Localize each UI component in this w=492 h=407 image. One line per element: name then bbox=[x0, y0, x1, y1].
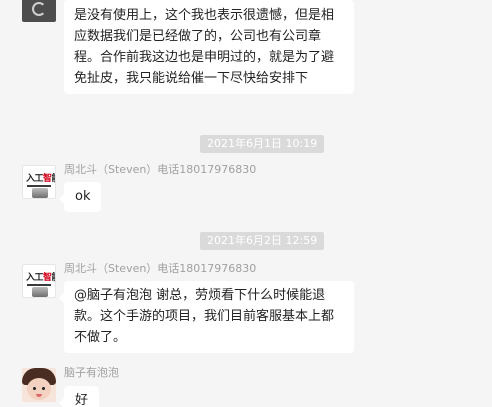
timestamp-divider: 2021年6月2日 12:59 bbox=[200, 232, 325, 250]
message-bubble[interactable]: ok bbox=[58, 182, 102, 212]
contact-avatar[interactable]: 入工智能 bbox=[22, 165, 56, 199]
avatar-logo-text: 入工智能 bbox=[26, 273, 55, 283]
message-text: 是没有使用上，这个我也表示很遗憾，但是相应数据我们是已经做了的，公司也有公司章程… bbox=[74, 8, 335, 86]
avatar-eye bbox=[42, 387, 45, 390]
message-text: @脑子有泡泡 谢总，劳烦看下什么时候能退款。这个手游的项目，我们目前客服基本上都… bbox=[74, 288, 335, 345]
avatar-eye bbox=[33, 387, 36, 390]
contact-avatar-partial[interactable] bbox=[22, 0, 56, 22]
chat-window: 是没有使用上，这个我也表示很遗憾，但是相应数据我们是已经做了的，公司也有公司章程… bbox=[0, 0, 492, 407]
avatar-image bbox=[32, 188, 48, 198]
avatar-bar bbox=[27, 185, 51, 187]
message-bubble[interactable]: @脑子有泡泡 谢总，劳烦看下什么时候能退款。这个手游的项目，我们目前客服基本上都… bbox=[59, 281, 354, 353]
message-text: ok bbox=[75, 189, 91, 204]
message-bubble[interactable]: 好 bbox=[58, 386, 100, 407]
message-bubble[interactable]: 是没有使用上，这个我也表示很遗憾，但是相应数据我们是已经做了的，公司也有公司章程… bbox=[64, 0, 354, 94]
sender-name: 脑子有泡泡 bbox=[64, 366, 119, 379]
logo-mark-icon bbox=[32, 2, 46, 16]
sender-name: 周北斗（Steven）电话18017976830 bbox=[64, 163, 257, 176]
contact-avatar[interactable]: 入工智能 bbox=[22, 264, 56, 298]
user-avatar[interactable] bbox=[22, 368, 56, 402]
timestamp-divider: 2021年6月1日 10:19 bbox=[200, 135, 325, 153]
message-text: 好 bbox=[75, 393, 89, 407]
sender-name: 周北斗（Steven）电话18017976830 bbox=[64, 262, 257, 275]
avatar-bar bbox=[27, 284, 51, 286]
avatar-logo-text: 入工智能 bbox=[26, 174, 55, 184]
avatar-image bbox=[32, 287, 48, 297]
